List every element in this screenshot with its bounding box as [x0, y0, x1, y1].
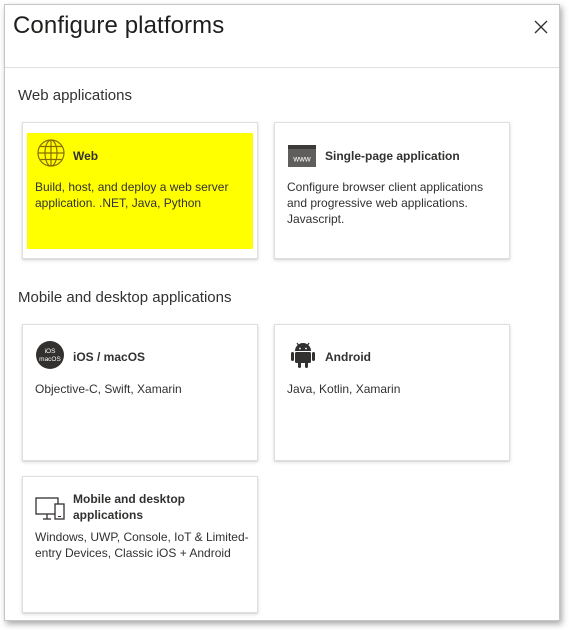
card-title-desktop: Mobile and desktop applications: [73, 492, 186, 522]
card-description-ios: Objective-C, Swift, Xamarin: [35, 382, 182, 396]
card-description-spa: Configure browser client applications an…: [287, 180, 484, 226]
card-title-ios: iOS / macOS: [73, 350, 146, 364]
globe-icon: [37, 139, 65, 167]
android-icon: [291, 342, 315, 368]
ios-icon-text: iOS: [45, 348, 57, 355]
section-heading-web: Web applications: [18, 87, 132, 104]
card-description-desktop: Windows, UWP, Console, IoT & Limited-ent…: [35, 530, 249, 560]
card-title-spa: Single-page application: [325, 149, 460, 163]
title-divider: [5, 67, 559, 68]
card-description-web: Build, host, and deploy a web server app…: [35, 180, 229, 210]
www-browser-icon: www: [288, 145, 316, 167]
platform-card-ios[interactable]: iOS macOS iOS / macOS Objective-C, Swift…: [22, 324, 258, 461]
section-heading-mobile: Mobile and desktop applications: [18, 289, 232, 306]
platform-card-web[interactable]: Web Build, host, and deploy a web server…: [22, 122, 258, 259]
card-description-android: Java, Kotlin, Xamarin: [287, 382, 401, 396]
www-icon-text: www: [292, 155, 311, 164]
platform-card-spa[interactable]: www Single-page application Configure br…: [274, 122, 510, 259]
ios-macos-icon: iOS macOS: [36, 341, 64, 369]
close-icon[interactable]: [532, 18, 550, 36]
panel-title: Configure platforms: [13, 12, 225, 39]
card-title-web: Web: [73, 149, 99, 163]
macos-icon-text: macOS: [39, 356, 61, 363]
desktop-mobile-icon: [35, 497, 65, 520]
configure-platforms-panel: Configure platforms Web applications Web…: [4, 4, 560, 621]
platform-card-desktop[interactable]: Mobile and desktop applications Windows,…: [22, 476, 258, 613]
platform-card-android[interactable]: Android Java, Kotlin, Xamarin: [274, 324, 510, 461]
card-title-android: Android: [325, 350, 371, 364]
